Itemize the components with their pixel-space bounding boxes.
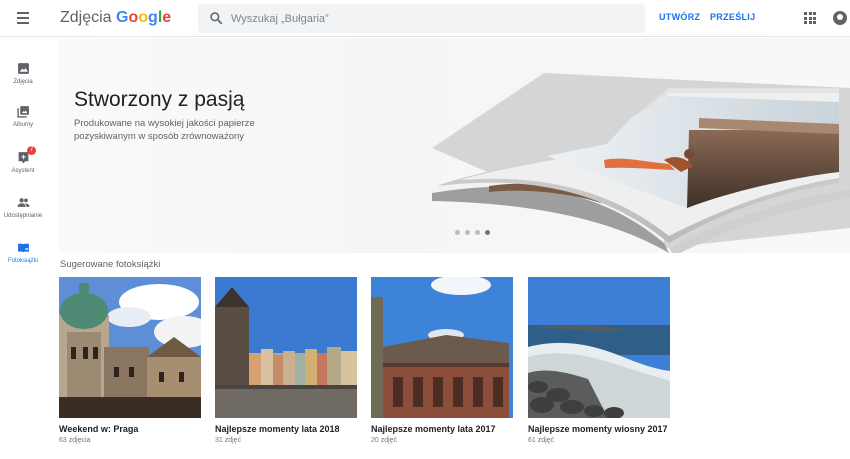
- brand-letter: g: [148, 9, 158, 26]
- people-icon: [17, 198, 30, 207]
- brand-letter: o: [138, 9, 149, 26]
- photobook-thumbnail: [528, 277, 670, 418]
- sidebar-item-label: Fotoksiążki: [7, 258, 38, 264]
- carousel-dot[interactable]: [485, 230, 490, 235]
- sidebar: Zdjęcia Albumy 7 Asystent Udostępnianie: [0, 38, 46, 459]
- carousel-dot[interactable]: [475, 230, 480, 235]
- search-box[interactable]: [198, 4, 645, 33]
- photobook-image: [432, 73, 850, 253]
- carousel-dots: [455, 230, 495, 236]
- brand-letter: o: [128, 9, 139, 26]
- app-logo[interactable]: Zdjęcia Google: [60, 9, 171, 27]
- photobook-card[interactable]: Najlepsze momenty lata 2017 20 zdjęć: [371, 277, 513, 452]
- apps-grid-icon[interactable]: [804, 12, 816, 24]
- photobook-card[interactable]: Weekend w: Praga 63 zdjęcia: [59, 277, 201, 452]
- sidebar-item-photos[interactable]: Zdjęcia: [0, 62, 46, 104]
- photobook-card[interactable]: Najlepsze momenty wiosny 2017 61 zdjęć: [528, 277, 670, 452]
- brand-letter: G: [116, 9, 129, 26]
- albums-icon: [17, 106, 29, 118]
- photobook-thumbnail: [215, 277, 357, 418]
- upload-button[interactable]: PRZEŚLIJ: [710, 12, 755, 22]
- section-title: Sugerowane fotoksiążki: [60, 259, 161, 270]
- photobook-thumbnail: [59, 277, 201, 418]
- photobook-count: 20 zdjęć: [371, 437, 398, 444]
- sidebar-item-albums[interactable]: Albumy: [0, 105, 46, 147]
- promo-banner[interactable]: Stworzony z pasją Produkowane na wysokie…: [59, 38, 850, 253]
- sidebar-item-sharing[interactable]: Udostępnianie: [0, 196, 46, 238]
- photobook-title: Najlepsze momenty lata 2018: [215, 424, 340, 434]
- sidebar-item-label: Udostępnianie: [3, 213, 43, 219]
- photobook-count: 61 zdjęć: [528, 437, 555, 444]
- sidebar-item-label: Albumy: [12, 122, 33, 128]
- search-input[interactable]: [231, 8, 631, 29]
- create-button[interactable]: UTWÓRZ: [659, 12, 700, 22]
- photobook-icon: [18, 243, 29, 253]
- photobook-thumbnail: [371, 277, 513, 418]
- brand-letter: e: [162, 9, 172, 26]
- account-icon[interactable]: [833, 11, 847, 25]
- sidebar-item-label: Zdjęcia: [13, 79, 33, 85]
- notification-badge: 7: [27, 146, 36, 155]
- sidebar-item-assistant[interactable]: 7 Asystent: [0, 146, 46, 193]
- photobook-card[interactable]: Najlepsze momenty lata 2018 31 zdjęć: [215, 277, 357, 452]
- sidebar-item-photobooks[interactable]: Fotoksiążki: [0, 241, 46, 283]
- photobook-count: 63 zdjęcia: [59, 437, 91, 444]
- sidebar-item-label: Asystent: [11, 168, 35, 174]
- photo-icon: [18, 63, 29, 74]
- app-name: Zdjęcia: [60, 9, 112, 26]
- photobook-count: 31 zdjęć: [215, 437, 242, 444]
- search-icon: [210, 12, 223, 25]
- carousel-dot[interactable]: [455, 230, 460, 235]
- photobook-title: Weekend w: Praga: [59, 424, 139, 434]
- menu-icon[interactable]: [13, 8, 33, 28]
- banner-title: Stworzony z pasją: [74, 88, 245, 111]
- top-bar: Zdjęcia Google UTWÓRZ PRZEŚLIJ: [0, 0, 850, 37]
- banner-description: Produkowane na wysokiej jakości papierze…: [74, 118, 255, 142]
- photobook-title: Najlepsze momenty wiosny 2017: [528, 424, 668, 434]
- carousel-dot[interactable]: [465, 230, 470, 235]
- photobook-title: Najlepsze momenty lata 2017: [371, 424, 496, 434]
